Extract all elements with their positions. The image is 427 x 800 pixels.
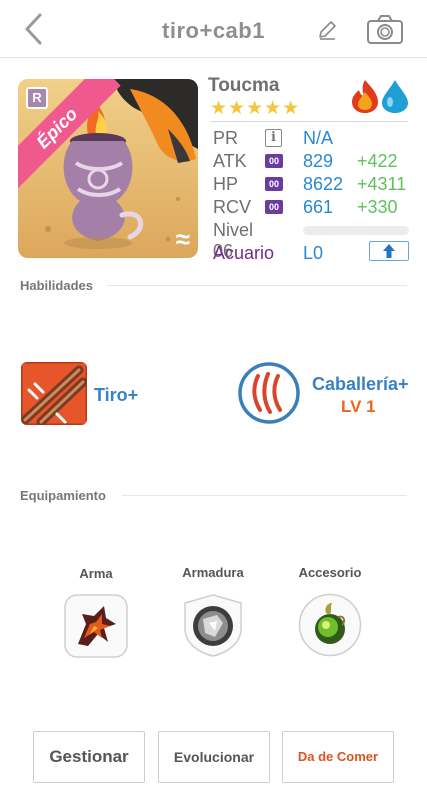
skill-shot-icon[interactable] [21, 362, 87, 425]
stat-bonus: +4311 [357, 174, 407, 194]
abilities-section-label: Habilidades [20, 278, 93, 293]
unit-portrait[interactable]: Épico R ≈ [18, 79, 198, 258]
stat-value: 829 [303, 151, 334, 171]
armor-shield-icon [184, 594, 242, 657]
stat-bonus: +422 [357, 151, 398, 171]
skill-cavalry-icon[interactable] [238, 362, 300, 424]
unit-name: Toucma [208, 75, 280, 96]
stat-label: ATK [213, 151, 247, 171]
stat-boost-icon: 00 [265, 154, 283, 168]
stat-value: 8622 [303, 174, 344, 194]
arrow-up-icon [383, 244, 395, 258]
camera-button[interactable] [366, 14, 404, 46]
skill-1-name[interactable]: Tiro+ [94, 385, 138, 406]
level-progress-bar [303, 226, 409, 235]
info-icon[interactable]: i [265, 129, 282, 147]
page-title: tiro+cab1 [162, 18, 265, 43]
armor-slot-label: Armadura [182, 565, 244, 580]
stat-boost-icon: 00 [265, 177, 283, 191]
pencil-icon [319, 21, 336, 40]
evolve-button[interactable]: Evolucionar [158, 731, 270, 783]
arrows-skill-icon [21, 362, 87, 425]
accessory-slot-label: Accesorio [298, 565, 362, 580]
star-rating: ★★★★★ [210, 98, 301, 119]
stats-divider [210, 121, 408, 122]
water-class-icon: ≈ [175, 224, 190, 254]
fire-element-icon [352, 80, 378, 113]
equipment-section-label: Equipamiento [20, 488, 106, 503]
sign-label: Acuario [213, 243, 275, 263]
weapon-icon [64, 594, 128, 658]
skill-2-level: LV 1 [341, 397, 376, 416]
section-divider [122, 495, 407, 496]
weapon-slot[interactable] [64, 594, 128, 658]
feed-button[interactable]: Da de Comer [282, 731, 394, 783]
accessory-slot[interactable] [298, 593, 362, 657]
stat-label: PR [213, 128, 239, 148]
weapon-slot-label: Arma [79, 566, 113, 581]
section-divider [107, 285, 407, 286]
stat-value: 661 [303, 197, 334, 217]
edit-button[interactable] [316, 19, 338, 41]
element-icons [350, 78, 410, 114]
rank-badge: R [26, 87, 48, 109]
stat-value: N/A [303, 128, 334, 148]
top-bar: tiro+cab1 [0, 0, 427, 58]
stat-boost-icon: 00 [265, 200, 283, 214]
accessory-orb-icon [298, 593, 362, 657]
stat-label: HP [213, 174, 239, 194]
camera-icon [367, 15, 403, 44]
upgrade-sign-button[interactable] [369, 241, 409, 261]
manage-button[interactable]: Gestionar [33, 731, 145, 783]
sign-level: L0 [303, 243, 324, 263]
stat-label: RCV [213, 197, 252, 217]
water-element-icon [382, 80, 408, 113]
claw-skill-icon [238, 362, 300, 424]
skill-2-name[interactable]: Caballería+ [312, 374, 409, 395]
stat-bonus: +330 [357, 197, 398, 217]
armor-slot[interactable] [181, 593, 245, 657]
